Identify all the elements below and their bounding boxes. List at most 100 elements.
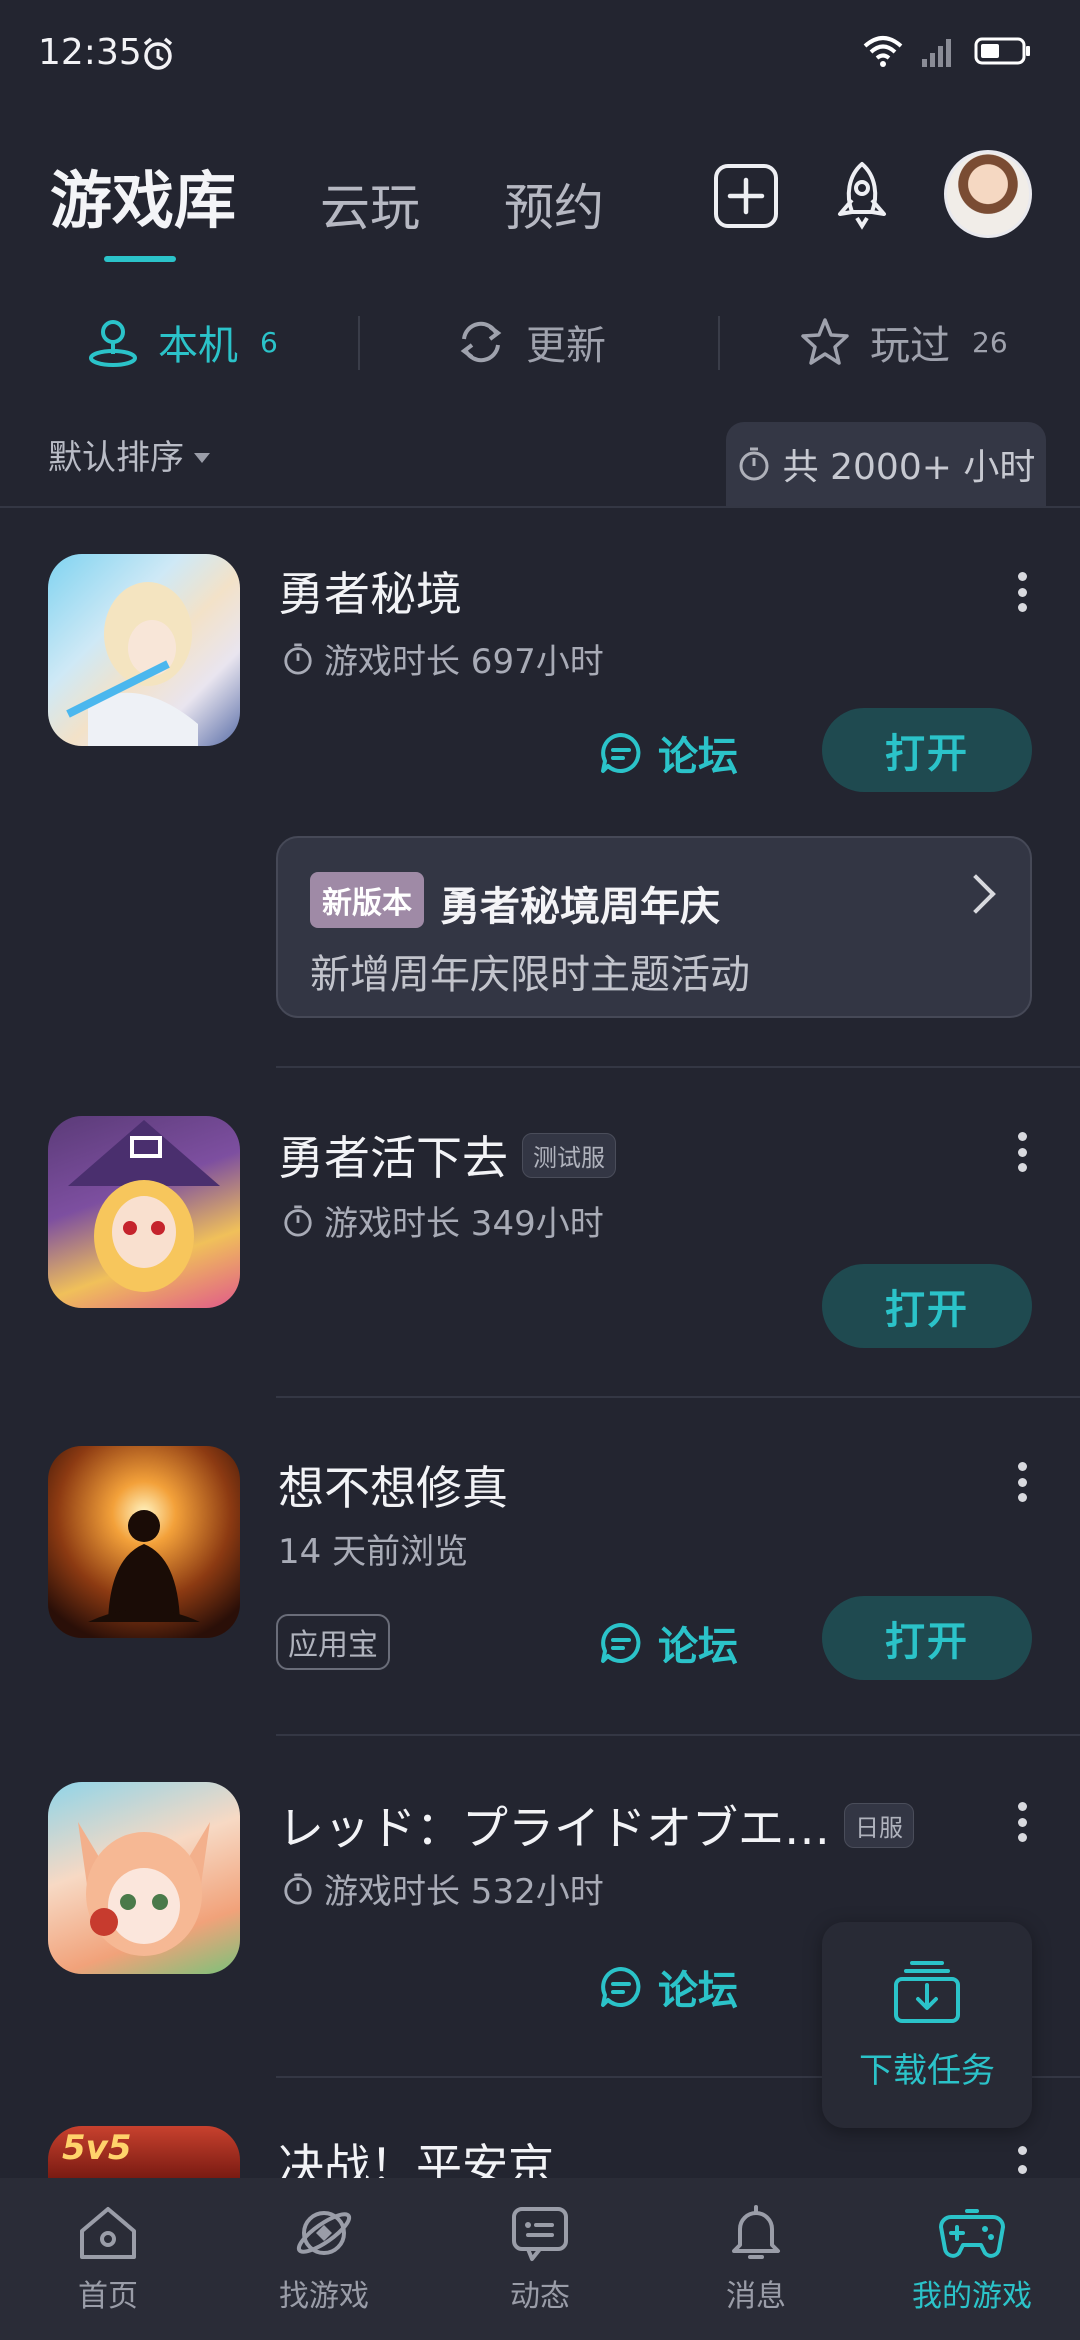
divider <box>0 506 1080 508</box>
segment-local[interactable]: 本机 6 <box>86 310 278 374</box>
rocket-icon[interactable] <box>826 158 898 230</box>
alarm-icon <box>143 37 173 70</box>
segment-played-count: 26 <box>972 325 1008 359</box>
source-tag: 应用宝 <box>276 1614 390 1670</box>
segment-local-label: 本机 <box>158 323 238 369</box>
refresh-icon <box>460 321 502 363</box>
forum-label: 论坛 <box>658 734 738 780</box>
nav-find-games-label: 找游戏 <box>279 2279 369 2314</box>
game-icon-xiang-bu-xiang-xiuzhen[interactable] <box>48 1446 240 1638</box>
segment-divider <box>358 316 360 370</box>
segment-divider <box>718 316 720 370</box>
active-tab-indicator <box>104 256 176 262</box>
game-playtime: 游戏时长 697小时 <box>282 634 604 683</box>
server-tag: 测试服 <box>522 1132 616 1178</box>
download-tray-icon <box>894 1960 960 2023</box>
total-play-time: 共 2000+ 小时 <box>726 422 1046 506</box>
status-icons <box>862 34 1032 68</box>
location-person-icon <box>89 320 137 367</box>
nav-feed[interactable]: 动态 <box>432 2178 648 2340</box>
open-button[interactable]: 打开 <box>822 1596 1032 1680</box>
game-playtime: 游戏时长 532小时 <box>282 1864 604 1913</box>
more-options-icon[interactable] <box>1012 1792 1032 1852</box>
game-icon-yongzhe-huoxiaqu[interactable] <box>48 1116 240 1308</box>
game-title[interactable]: 决战！平安京 <box>278 2139 554 2178</box>
segment-local-count: 6 <box>260 325 278 359</box>
gamepad-icon <box>939 2209 1005 2258</box>
more-options-icon[interactable] <box>1012 2146 1032 2178</box>
more-options-icon[interactable] <box>1012 1122 1032 1182</box>
game-title[interactable]: 勇者秘境 <box>278 558 462 624</box>
game-playtime-label: 游戏时长 532小时 <box>324 1872 604 1912</box>
game-title[interactable]: レッド：プライドオブエ… <box>278 1792 830 1858</box>
game-playtime-label: 游戏时长 349小时 <box>324 1204 604 1244</box>
more-options-icon[interactable] <box>1012 562 1032 622</box>
forum-button[interactable]: 论坛 <box>598 1614 738 1672</box>
timer-icon <box>284 1204 312 1237</box>
game-playtime: 游戏时长 349小时 <box>282 1196 604 1245</box>
add-icon[interactable] <box>710 160 782 232</box>
game-title[interactable]: 勇者活下去 <box>278 1122 508 1188</box>
open-button[interactable]: 打开 <box>822 1264 1032 1348</box>
signal-icon <box>922 39 951 67</box>
game-playtime-label: 游戏时长 697小时 <box>324 642 604 682</box>
forum-label: 论坛 <box>658 1968 738 2014</box>
top-tabs: 游戏库 云玩 预约 <box>50 150 604 240</box>
open-button[interactable]: 打开 <box>822 708 1032 792</box>
download-task-button[interactable]: 下载任务 <box>822 1922 1032 2128</box>
forum-button[interactable]: 论坛 <box>598 1958 738 2016</box>
download-task-label: 下载任务 <box>859 2050 995 2091</box>
nav-home-label: 首页 <box>78 2279 138 2314</box>
promo-badge: 新版本 <box>310 872 424 928</box>
avatar[interactable] <box>944 150 1032 238</box>
promo-card[interactable]: 新版本 勇者秘境周年庆 新增周年庆限时主题活动 <box>276 836 1032 1018</box>
nav-messages[interactable]: 消息 <box>648 2178 864 2340</box>
sort-dropdown[interactable]: 默认排序 <box>48 430 210 479</box>
game-title-row: 勇者活下去 测试服 <box>278 1122 616 1188</box>
nav-my-games-label: 我的游戏 <box>912 2279 1032 2314</box>
forum-label: 论坛 <box>658 1624 738 1670</box>
timer-icon <box>284 642 312 675</box>
total-play-time-label: 共 2000+ 小时 <box>782 447 1036 488</box>
timer-icon <box>284 1872 312 1905</box>
bell-icon <box>732 2205 780 2259</box>
timer-icon <box>739 447 769 481</box>
wifi-icon <box>863 36 903 67</box>
divider <box>276 1396 1080 1398</box>
star-icon <box>801 318 849 365</box>
segment-update-label: 更新 <box>526 323 606 369</box>
nav-find-games[interactable]: 找游戏 <box>216 2178 432 2340</box>
divider <box>276 1066 1080 1068</box>
planet-icon <box>296 2211 352 2255</box>
nav-home[interactable]: 首页 <box>0 2178 216 2340</box>
status-time: 12:35 <box>38 32 142 73</box>
tab-reservation[interactable]: 预约 <box>504 168 604 240</box>
chat-icon <box>512 2207 568 2261</box>
tab-cloud-play[interactable]: 云玩 <box>320 168 420 240</box>
home-icon <box>80 2207 136 2259</box>
nav-my-games[interactable]: 我的游戏 <box>864 2178 1080 2340</box>
segment-update[interactable]: 更新 <box>454 310 606 374</box>
more-options-icon[interactable] <box>1012 1452 1032 1512</box>
game-title-clip: 决战！平安京 <box>278 2130 1038 2178</box>
battery-icon <box>974 37 1030 65</box>
segment-played-label: 玩过 <box>870 323 950 369</box>
game-icon-red-pride-of-eden[interactable] <box>48 1782 240 1974</box>
icon-badge: 5v5 <box>62 2128 132 2168</box>
sort-label: 默认排序 <box>48 438 184 478</box>
forum-button[interactable]: 论坛 <box>598 724 738 782</box>
segment-played[interactable]: 玩过 26 <box>798 310 1008 374</box>
game-title[interactable]: 想不想修真 <box>278 1452 508 1518</box>
chevron-right-icon <box>956 874 996 914</box>
game-icon-juezhan-pinganjing[interactable]: 5v5 <box>48 2126 240 2178</box>
nav-messages-label: 消息 <box>726 2279 786 2314</box>
game-icon-yongzhe-mijing[interactable] <box>48 554 240 746</box>
bottom-nav: 首页 找游戏 动态 消息 我的游戏 <box>0 2178 1080 2340</box>
divider <box>276 1734 1080 1736</box>
game-title-row: レッド：プライドオブエ… 日服 <box>278 1792 914 1858</box>
caret-down-icon <box>194 452 210 463</box>
forum-icon <box>601 733 641 773</box>
promo-description: 新增周年庆限时主题活动 <box>310 952 750 998</box>
tab-game-library[interactable]: 游戏库 <box>50 150 236 240</box>
nav-feed-label: 动态 <box>510 2279 570 2314</box>
